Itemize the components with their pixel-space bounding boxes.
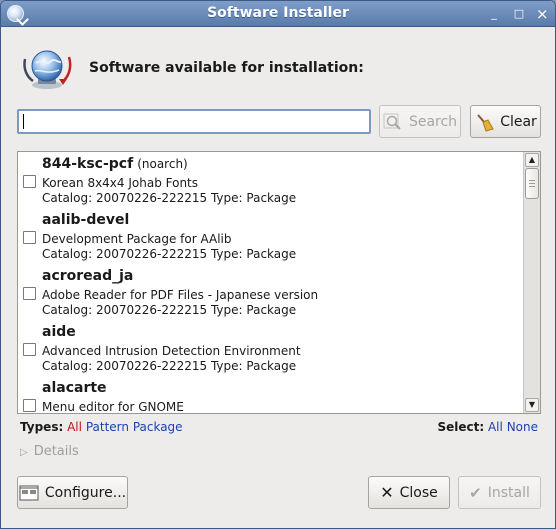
expander-triangle-icon: ▷ xyxy=(20,447,28,458)
magnifier-icon xyxy=(383,113,401,130)
close-button[interactable]: ✕ Close xyxy=(368,476,450,509)
close-button-label: Close xyxy=(399,484,438,501)
configure-button[interactable]: Configure... xyxy=(17,476,128,509)
details-expander[interactable]: ▷ Details xyxy=(20,444,79,459)
scrollbar-thumb[interactable] xyxy=(525,168,539,199)
package-list: 844-ksc-pcf (noarch) Korean 8x4x4 Johab Fo… xyxy=(17,151,541,414)
package-name: aide xyxy=(42,324,76,340)
title-bar[interactable]: Software Installer _ □ × xyxy=(1,1,555,27)
select-label: Select: xyxy=(437,420,485,434)
package-catalog: Catalog: 20070226-222215 Type: Package xyxy=(42,359,297,373)
window-title: Software Installer xyxy=(207,5,349,21)
package-name-text: 844-ksc-pcf xyxy=(42,156,134,172)
package-row[interactable]: aide Advanced Intrusion Detection Environ… xyxy=(18,320,523,376)
close-x-icon: ✕ xyxy=(380,483,394,502)
types-package-link[interactable]: Package xyxy=(133,420,183,434)
clear-button-label: Clear xyxy=(500,113,537,130)
package-row[interactable]: acroread_ja Adobe Reader for PDF Files - … xyxy=(18,264,523,320)
checkmark-icon: ✔ xyxy=(469,483,482,502)
package-row[interactable]: alacarte Menu editor for GNOME xyxy=(18,376,523,413)
software-installer-window: Software Installer _ □ × Software availa… xyxy=(0,0,556,529)
broom-icon xyxy=(477,113,494,132)
package-row[interactable]: aalib-devel Development Package for AAlib… xyxy=(18,208,523,264)
package-description: Korean 8x4x4 Johab Fonts xyxy=(42,176,199,190)
select-filter: Select: All None xyxy=(437,420,538,434)
select-all-link[interactable]: All xyxy=(488,420,503,434)
package-name-text: acroread_ja xyxy=(42,268,134,284)
package-arch: (noarch) xyxy=(137,157,188,171)
search-button-label: Search xyxy=(408,113,458,130)
clear-button[interactable]: Clear xyxy=(470,105,541,138)
vertical-scrollbar[interactable]: ▲ ▼ xyxy=(523,152,540,413)
package-name: alacarte xyxy=(42,380,107,396)
globe-install-icon xyxy=(23,50,72,89)
package-description: Development Package for AAlib xyxy=(42,232,232,246)
install-button[interactable]: ✔ Install xyxy=(458,476,541,509)
scroll-up-arrow[interactable]: ▲ xyxy=(525,153,539,167)
package-description: Menu editor for GNOME xyxy=(42,400,184,413)
package-checkbox[interactable] xyxy=(23,175,36,188)
package-checkbox[interactable] xyxy=(23,287,36,300)
types-label: Types: xyxy=(20,420,64,434)
search-input[interactable] xyxy=(17,109,371,134)
maximize-button[interactable]: □ xyxy=(513,8,525,20)
package-name: acroread_ja xyxy=(42,268,133,284)
package-checkbox[interactable] xyxy=(23,399,36,412)
package-description: Adobe Reader for PDF Files - Japanese ve… xyxy=(42,288,319,302)
minimize-button[interactable]: _ xyxy=(488,8,500,20)
install-button-label: Install xyxy=(487,484,530,501)
text-cursor xyxy=(23,114,24,129)
package-catalog: Catalog: 20070226-222215 Type: Package xyxy=(42,247,297,261)
types-pattern-link[interactable]: Pattern xyxy=(86,420,129,434)
types-filter: Types: All Pattern Package xyxy=(20,420,183,434)
close-window-button[interactable]: × xyxy=(536,7,549,22)
package-checkbox[interactable] xyxy=(23,343,36,356)
package-name-text: alacarte xyxy=(42,380,107,396)
types-all-link[interactable]: All xyxy=(67,420,82,434)
package-list-viewport: 844-ksc-pcf (noarch) Korean 8x4x4 Johab Fo… xyxy=(18,152,523,413)
configure-icon xyxy=(19,485,39,500)
package-row[interactable]: 844-ksc-pcf (noarch) Korean 8x4x4 Johab Fo… xyxy=(18,152,523,208)
package-checkbox[interactable] xyxy=(23,231,36,244)
details-label: Details xyxy=(33,444,79,459)
package-description: Advanced Intrusion Detection Environment xyxy=(42,344,301,358)
scroll-down-arrow[interactable]: ▼ xyxy=(525,398,539,412)
select-none-link[interactable]: None xyxy=(507,420,538,434)
package-name: aalib-devel xyxy=(42,212,129,228)
package-name: 844-ksc-pcf (noarch) xyxy=(42,156,188,172)
package-name-text: aalib-devel xyxy=(42,212,130,228)
package-catalog: Catalog: 20070226-222215 Type: Package xyxy=(42,191,297,205)
package-name-text: aide xyxy=(42,324,76,340)
header-label: Software available for installation: xyxy=(89,60,364,76)
search-button[interactable]: Search xyxy=(379,105,461,138)
configure-button-label: Configure... xyxy=(44,484,127,501)
package-catalog: Catalog: 20070226-222215 Type: Package xyxy=(42,303,297,317)
